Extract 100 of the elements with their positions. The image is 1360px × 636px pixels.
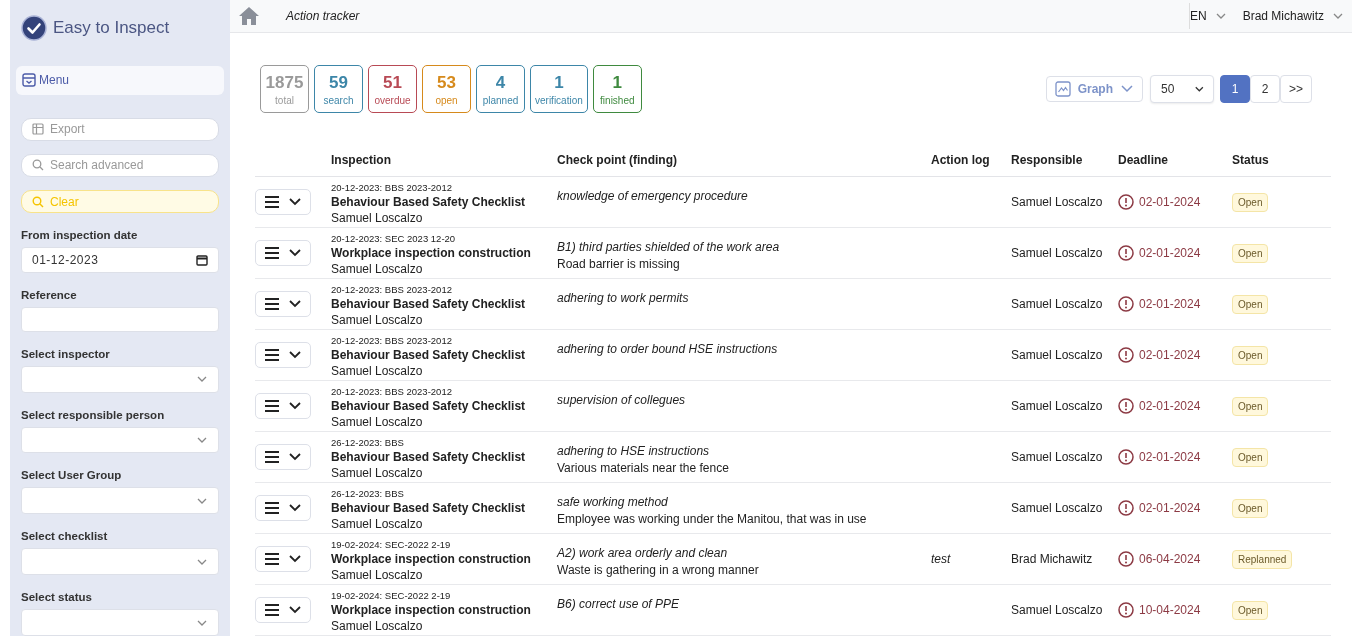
inspection-reference: 19-02-2024: SEC-2022 2-19 xyxy=(331,590,452,601)
counter-button[interactable]: 59 search xyxy=(314,65,363,113)
alert-circle-icon xyxy=(1118,500,1134,516)
status-badge: Open xyxy=(1232,600,1269,620)
date-field[interactable]: 01-12-2023 xyxy=(21,247,219,273)
row-actions-button[interactable] xyxy=(255,597,311,623)
counter-button[interactable]: 1875 total xyxy=(260,65,309,113)
inspector-name: Samuel Loscalzo xyxy=(331,211,424,225)
deadline-date: 06-04-2024 xyxy=(1139,552,1201,566)
home-icon xyxy=(238,6,260,26)
check-point: B1) third parties shielded of the work area xyxy=(557,240,781,254)
check-point: supervision of collegues xyxy=(557,393,687,407)
export-button[interactable]: Export xyxy=(21,117,219,141)
field-label: Select status xyxy=(21,591,93,604)
chevron-down-icon xyxy=(288,452,302,462)
row-actions-button[interactable] xyxy=(255,444,311,470)
checklist-name: Behaviour Based Safety Checklist xyxy=(331,399,527,413)
menu-icon xyxy=(264,246,280,260)
chevron-down-icon xyxy=(1120,84,1134,94)
responsible-name: Samuel Loscalzo xyxy=(1011,297,1103,311)
column-header: Inspection xyxy=(331,153,391,167)
responsible-name: Samuel Loscalzo xyxy=(1011,246,1103,260)
chevron-down-icon xyxy=(288,299,302,309)
field-label: Select checklist xyxy=(21,530,109,543)
inspection-reference: 20-12-2023: BBS 2023-2012 xyxy=(331,182,453,193)
column-header: Check point (finding) xyxy=(557,153,677,167)
field-label: Select inspector xyxy=(21,347,111,360)
select-field[interactable] xyxy=(21,426,219,454)
finding-text: Various materials near the fence xyxy=(557,461,730,475)
finding-text: Employee was working under the Manitou, that was in use xyxy=(557,512,868,526)
finding-text: Road barrier is missing xyxy=(557,257,681,271)
select-field[interactable] xyxy=(21,487,219,515)
search-advanced-button[interactable]: Search advanced xyxy=(21,153,219,178)
check-point: adhering to work permits xyxy=(557,291,690,305)
inspection-reference: 20-12-2023: BBS 2023-2012 xyxy=(331,335,453,346)
checklist-name: Behaviour Based Safety Checklist xyxy=(331,348,527,362)
counter-button[interactable]: 1 verification xyxy=(530,65,588,113)
alert-circle-icon xyxy=(1118,347,1134,363)
menu-icon xyxy=(264,552,280,566)
responsible-name: Samuel Loscalzo xyxy=(1011,501,1103,515)
select-field[interactable] xyxy=(21,548,219,576)
inspector-name: Samuel Loscalzo xyxy=(331,517,424,531)
app-name: Easy to Inspect xyxy=(53,17,170,38)
row-actions-button[interactable] xyxy=(255,393,311,419)
alert-circle-icon xyxy=(1118,194,1134,210)
deadline-date: 02-01-2024 xyxy=(1139,501,1201,515)
user-dropdown[interactable]: Brad Michawitz xyxy=(1232,9,1344,23)
alert-circle-icon xyxy=(1118,551,1134,567)
inspector-name: Samuel Loscalzo xyxy=(331,262,424,276)
check-point: adhering to order bound HSE instructions xyxy=(557,342,779,356)
inspector-name: Samuel Loscalzo xyxy=(331,466,424,480)
row-actions-button[interactable] xyxy=(255,495,311,521)
graph-button[interactable]: Graph xyxy=(1045,76,1143,102)
chevron-down-icon xyxy=(1214,11,1227,21)
row-actions-button[interactable] xyxy=(255,189,311,215)
calendar-icon xyxy=(196,254,208,266)
page-button[interactable]: 2 xyxy=(1250,75,1280,103)
alert-circle-icon xyxy=(1118,602,1134,618)
counter-button[interactable]: 51 overdue xyxy=(368,65,417,113)
chevron-down-icon xyxy=(288,350,302,360)
status-badge: Replanned xyxy=(1232,549,1293,569)
menu-button[interactable]: Menu xyxy=(16,66,224,95)
table-icon xyxy=(32,123,44,136)
page-button[interactable]: >> xyxy=(1280,75,1312,103)
status-badge: Open xyxy=(1232,192,1269,212)
deadline-date: 10-04-2024 xyxy=(1139,603,1201,617)
chevron-down-icon xyxy=(288,401,302,411)
deadline-date: 02-01-2024 xyxy=(1139,450,1201,464)
status-badge: Open xyxy=(1232,294,1269,314)
row-actions-button[interactable] xyxy=(255,240,311,266)
chevron-down-icon xyxy=(288,605,302,615)
row-actions-button[interactable] xyxy=(255,342,311,368)
page-size-dropdown[interactable]: 50 xyxy=(1150,75,1214,103)
status-badge: Open xyxy=(1232,447,1269,467)
deadline-date: 02-01-2024 xyxy=(1139,399,1201,413)
row-actions-button[interactable] xyxy=(255,546,311,572)
counter-button[interactable]: 53 open xyxy=(422,65,471,113)
select-field[interactable] xyxy=(21,365,219,393)
column-header: Responsible xyxy=(1011,153,1083,167)
deadline-date: 02-01-2024 xyxy=(1139,297,1201,311)
row-actions-button[interactable] xyxy=(255,291,311,317)
check-point: B6) correct use of PPE xyxy=(557,597,681,611)
chevron-down-icon xyxy=(288,248,302,258)
text-field[interactable] xyxy=(21,306,219,332)
language-dropdown[interactable]: EN xyxy=(1188,3,1227,29)
check-point: knowledge of emergency procedure xyxy=(557,189,749,203)
status-badge: Open xyxy=(1232,396,1269,416)
alert-circle-icon xyxy=(1118,296,1134,312)
page-button[interactable]: 1 xyxy=(1220,75,1250,103)
inbox-icon xyxy=(22,73,36,88)
chevron-down-icon xyxy=(1194,84,1205,94)
counter-button[interactable]: 1 finished xyxy=(592,65,642,113)
inspection-reference: 19-02-2024: SEC-2022 2-19 xyxy=(331,539,452,550)
deadline-date: 02-01-2024 xyxy=(1139,246,1201,260)
action-log: test xyxy=(931,552,951,566)
column-header: Status xyxy=(1232,153,1269,167)
inspection-reference: 26-12-2023: BBS xyxy=(331,437,405,448)
counter-button[interactable]: 4 planned xyxy=(476,65,525,113)
select-field[interactable] xyxy=(21,609,219,636)
inspector-name: Samuel Loscalzo xyxy=(331,619,424,633)
